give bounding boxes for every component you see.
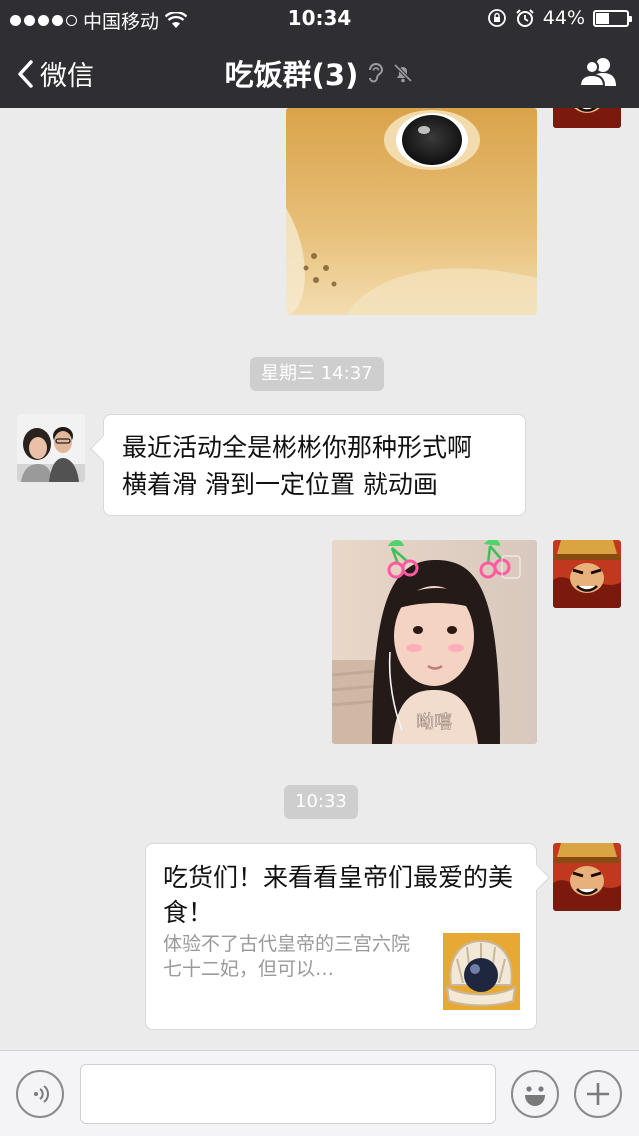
status-right: 44% bbox=[487, 7, 632, 29]
input-bar bbox=[0, 1050, 639, 1136]
selfie-caption: 呦嘻 bbox=[416, 712, 452, 733]
ear-icon bbox=[369, 63, 384, 83]
couple-avatar-image bbox=[17, 414, 85, 482]
voice-icon bbox=[34, 1085, 49, 1103]
chat-title-group: 吃饭群(3) bbox=[0, 52, 639, 94]
plus-icon bbox=[587, 1083, 609, 1105]
avatar-self[interactable] bbox=[553, 108, 621, 128]
alarm-icon bbox=[516, 9, 534, 27]
rotation-lock-icon bbox=[487, 9, 506, 27]
group-members-button[interactable] bbox=[578, 56, 619, 92]
group-members-icon bbox=[578, 58, 616, 87]
selfie-photo: 呦嘻 bbox=[332, 540, 537, 744]
message-input[interactable] bbox=[80, 1064, 496, 1124]
emoji-icon bbox=[525, 1086, 545, 1106]
nav-bar: 微信 吃饭群(3) bbox=[0, 36, 639, 108]
voice-button[interactable] bbox=[16, 1070, 64, 1118]
plus-button[interactable] bbox=[574, 1070, 622, 1118]
battery-percent: 44% bbox=[542, 7, 585, 29]
chat-messages[interactable]: 星期三 14:37 最近活动全是彬彬你那种形式啊 横着滑 滑到一定位置 就动画 bbox=[0, 108, 639, 1050]
text-message-line: 最近活动全是彬彬你那种形式啊 bbox=[122, 433, 473, 462]
image-message-dog[interactable] bbox=[286, 108, 537, 315]
time-separator: 10:33 bbox=[284, 785, 358, 819]
battery-icon bbox=[593, 9, 632, 27]
text-message-line: 横着滑 滑到一定位置 就动画 bbox=[122, 470, 438, 499]
chat-title: 吃饭群(3) bbox=[224, 58, 359, 92]
battery-level-fill bbox=[596, 12, 610, 24]
avatar-self[interactable] bbox=[553, 843, 621, 911]
link-card-message[interactable]: 吃货们！来看看皇帝们最爱的美食！ 体验不了古代皇帝的三宫六院七十二妃，但可以… bbox=[145, 843, 537, 1030]
avatar-other[interactable] bbox=[17, 414, 85, 482]
emoji-button[interactable] bbox=[511, 1070, 559, 1118]
image-message-selfie[interactable]: 呦嘻 bbox=[332, 540, 537, 744]
pirate-avatar-image bbox=[553, 108, 621, 128]
link-card-description: 体验不了古代皇帝的三宫六院七十二妃，但可以… bbox=[163, 933, 411, 980]
pearl-shell-icon bbox=[443, 933, 520, 1010]
link-card-title: 吃货们！来看看皇帝们最爱的美食！ bbox=[163, 863, 514, 927]
status-bar: 中国移动 10:34 44% bbox=[0, 0, 639, 36]
time-separator: 星期三 14:37 bbox=[250, 357, 384, 391]
avatar-self[interactable] bbox=[553, 540, 621, 608]
text-message[interactable]: 最近活动全是彬彬你那种形式啊 横着滑 滑到一定位置 就动画 bbox=[103, 414, 526, 516]
pirate-avatar-image bbox=[553, 540, 621, 608]
pirate-avatar-image bbox=[553, 843, 621, 911]
mute-bell-icon bbox=[394, 63, 413, 83]
dog-photo bbox=[286, 108, 537, 315]
link-card-thumbnail bbox=[443, 933, 520, 1010]
